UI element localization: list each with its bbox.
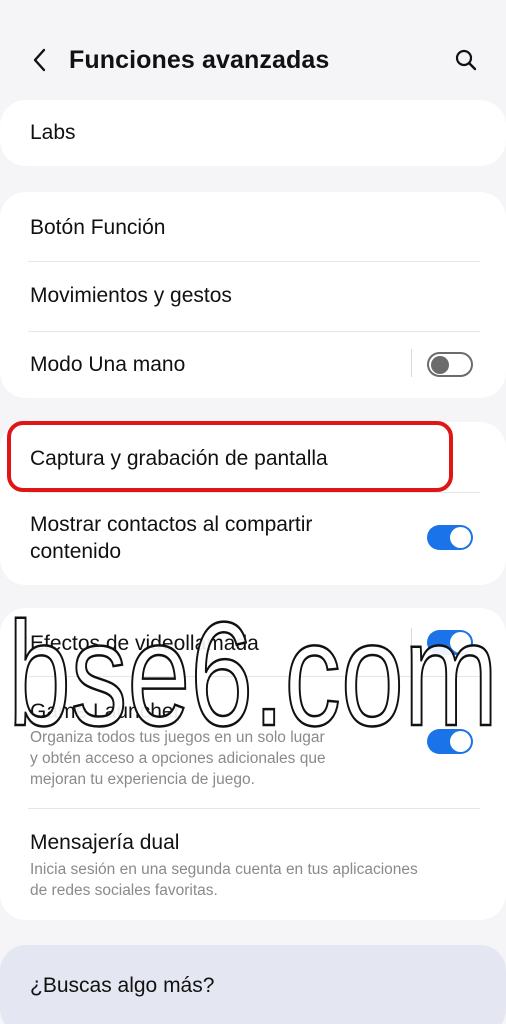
- list-item-boton-funcion[interactable]: Botón Función: [0, 192, 506, 261]
- list-item-label: Mensajería dual: [30, 831, 180, 854]
- page-title: Funciones avanzadas: [69, 46, 330, 74]
- list-item-description-line2: de redes sociales favoritas.: [30, 882, 218, 899]
- toggle-knob: [450, 527, 471, 548]
- game-launcher-toggle[interactable]: [427, 729, 473, 754]
- vertical-separator: [411, 349, 412, 377]
- toggle-knob: [450, 731, 471, 752]
- settings-card-gestures: Botón Función Movimientos y gestos Modo …: [0, 192, 506, 398]
- list-item-label: Game Launcher: [30, 700, 181, 723]
- app-header: Funciones avanzadas: [0, 30, 506, 90]
- list-item-description-line2: y obtén acceso a opciones adicionales qu…: [30, 750, 326, 767]
- mostrar-contactos-toggle[interactable]: [427, 525, 473, 550]
- highlight-rectangle: [7, 421, 453, 492]
- list-item-label-line2: contenido: [30, 540, 122, 563]
- list-item-mensajeria-dual[interactable]: Mensajería dual Inicia sesión en una seg…: [0, 809, 506, 920]
- search-icon: [455, 49, 477, 71]
- list-item-movimientos-gestos[interactable]: Movimientos y gestos: [0, 262, 506, 331]
- search-button[interactable]: [448, 42, 484, 78]
- settings-card-extras: Efectos de videollamada Game Launcher Or…: [0, 608, 506, 920]
- list-item-modo-una-mano[interactable]: Modo Una mano: [0, 332, 506, 398]
- list-item-labs[interactable]: Labs: [0, 100, 506, 166]
- list-item-label: Labs: [30, 121, 76, 144]
- toggle-knob: [450, 632, 471, 653]
- looking-for-more-label: ¿Buscas algo más?: [30, 974, 215, 997]
- list-item-efectos-videollamada[interactable]: Efectos de videollamada: [0, 608, 506, 676]
- list-item-description-line1: Organiza todos tus juegos en un solo lug…: [30, 729, 325, 746]
- vertical-separator: [411, 628, 412, 656]
- list-item-description-line3: mejoran tu experiencia de juego.: [30, 771, 255, 788]
- looking-for-more-card[interactable]: ¿Buscas algo más?: [0, 945, 506, 1024]
- list-item-label-line1: Mostrar contactos al compartir: [30, 513, 313, 536]
- toggle-knob: [431, 355, 449, 374]
- back-button[interactable]: [22, 42, 58, 78]
- settings-card-labs: Labs: [0, 100, 506, 166]
- list-item-label: Movimientos y gestos: [30, 284, 232, 307]
- list-item-description-line1: Inicia sesión en una segunda cuenta en t…: [30, 861, 418, 878]
- list-item-game-launcher[interactable]: Game Launcher Organiza todos tus juegos …: [0, 677, 506, 807]
- list-item-label: Modo Una mano: [30, 353, 186, 376]
- efectos-videollamada-toggle[interactable]: [427, 630, 473, 655]
- list-item-label: Efectos de videollamada: [30, 632, 259, 655]
- modo-una-mano-toggle[interactable]: [427, 352, 473, 377]
- list-item-label: Botón Función: [30, 216, 166, 239]
- chevron-left-icon: [33, 48, 46, 72]
- list-item-mostrar-contactos[interactable]: Mostrar contactos al compartir contenido: [0, 493, 506, 585]
